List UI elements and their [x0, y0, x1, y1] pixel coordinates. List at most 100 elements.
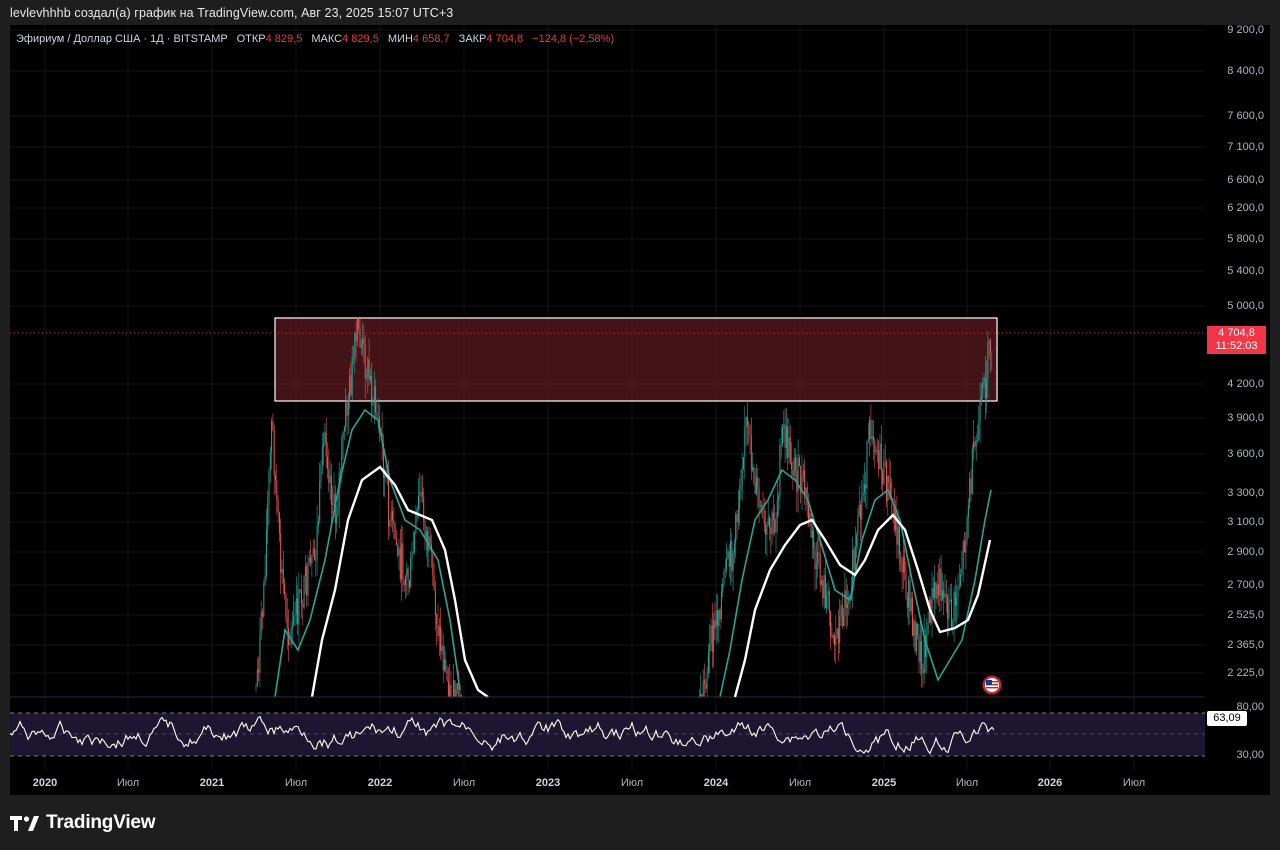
candle-body — [323, 443, 325, 447]
candle-body — [795, 457, 796, 471]
time-axis-label: Июл — [284, 777, 308, 789]
candle-body — [978, 421, 980, 440]
current-price-value: 4 704,8 — [1218, 327, 1255, 339]
candle-body — [808, 505, 809, 522]
candle-body — [971, 448, 973, 494]
candle-body — [281, 568, 283, 573]
candle-body — [914, 620, 916, 652]
candle-body — [455, 689, 457, 697]
candle-body — [897, 526, 899, 545]
candle-body — [888, 475, 890, 483]
candle-body — [304, 566, 306, 576]
candle-body — [901, 563, 903, 573]
candle-body — [407, 568, 409, 581]
candle-body — [319, 481, 321, 522]
candle-body — [444, 659, 445, 671]
candle-body — [745, 417, 747, 428]
price-axis-label: 3 600,0 — [1227, 448, 1264, 460]
candle-body — [437, 624, 439, 636]
candle-body — [397, 545, 399, 556]
tradingview-logo[interactable]: TradingView — [10, 812, 156, 834]
candle-body — [340, 471, 341, 473]
candle-body — [826, 595, 828, 609]
candle-body — [405, 575, 406, 585]
candle-body — [368, 359, 370, 380]
candle-body — [263, 583, 265, 617]
price-chart[interactable] — [0, 0, 1280, 850]
candle-body — [440, 626, 442, 652]
candle-body — [364, 343, 366, 378]
candle-body — [913, 620, 915, 636]
candle-body — [740, 485, 742, 492]
candle-body — [769, 516, 770, 528]
candle-body — [399, 548, 401, 580]
candle-body — [454, 680, 456, 697]
candle-body — [393, 519, 395, 524]
candle-body — [367, 359, 369, 378]
candle-body — [867, 439, 869, 442]
price-axis-label: 2 365,0 — [1227, 639, 1264, 651]
candle-body — [260, 611, 262, 635]
candle-body — [275, 475, 276, 481]
candle-body — [810, 513, 812, 538]
candle-body — [813, 530, 815, 549]
tradingview-logo-icon — [10, 816, 39, 831]
candle-body — [372, 403, 374, 406]
open-value: 4 829,5 — [265, 33, 303, 45]
price-axis-label: 2 900,0 — [1227, 546, 1264, 558]
candle-body — [337, 506, 339, 516]
candle-body — [883, 461, 885, 484]
candle-body — [824, 575, 826, 609]
candle-body — [328, 468, 330, 483]
candle-body — [445, 659, 447, 671]
candle-body — [934, 582, 936, 598]
candle-body — [377, 416, 379, 418]
candle-body — [938, 584, 939, 596]
candle-body — [986, 380, 988, 398]
candle-body — [861, 496, 863, 520]
candle-body — [841, 605, 843, 627]
candle-body — [918, 635, 920, 663]
candle-body — [863, 484, 865, 493]
candle-body — [778, 496, 780, 500]
candle-body — [984, 377, 986, 398]
candle-body — [819, 554, 821, 585]
close-value: 4 704,8 — [486, 33, 524, 45]
us-flag-event-icon[interactable] — [982, 675, 1002, 695]
candle-body — [329, 475, 331, 483]
symbol-legend[interactable]: Эфириум / Доллар США · 1Д · BITSTAMP ОТК… — [16, 33, 614, 45]
candle-body — [871, 436, 873, 439]
candle-body — [311, 554, 313, 564]
candle-body — [878, 450, 880, 470]
candle-body — [258, 669, 260, 673]
candle-body — [744, 427, 746, 458]
price-axis-label: 9 200,0 — [1227, 24, 1264, 36]
candle-body — [730, 541, 731, 567]
candle-body — [722, 583, 724, 593]
candle-body — [975, 440, 977, 447]
candle-body — [702, 680, 704, 697]
candle-body — [390, 511, 392, 521]
candle-body — [787, 426, 789, 458]
candle-body — [321, 446, 323, 465]
candle-body — [398, 548, 400, 556]
candle-body — [832, 635, 834, 638]
candle-body — [434, 590, 436, 615]
candle-body — [420, 491, 422, 493]
candle-body — [290, 628, 292, 645]
candle-body — [792, 469, 794, 476]
candle-body — [277, 500, 279, 513]
candle-body — [876, 450, 878, 452]
candle-body — [865, 484, 867, 489]
candle-body — [294, 614, 296, 616]
candle-body — [743, 457, 744, 469]
candle-body — [359, 328, 361, 348]
candle-body — [758, 489, 760, 507]
candle-body — [298, 589, 300, 625]
price-axis-label: 7 100,0 — [1227, 141, 1264, 153]
candle-body — [737, 508, 739, 523]
candle-body — [979, 401, 981, 422]
candle-body — [411, 552, 413, 559]
change-value: −124,8 (−2,58%) — [532, 33, 615, 45]
candle-body — [291, 626, 293, 629]
